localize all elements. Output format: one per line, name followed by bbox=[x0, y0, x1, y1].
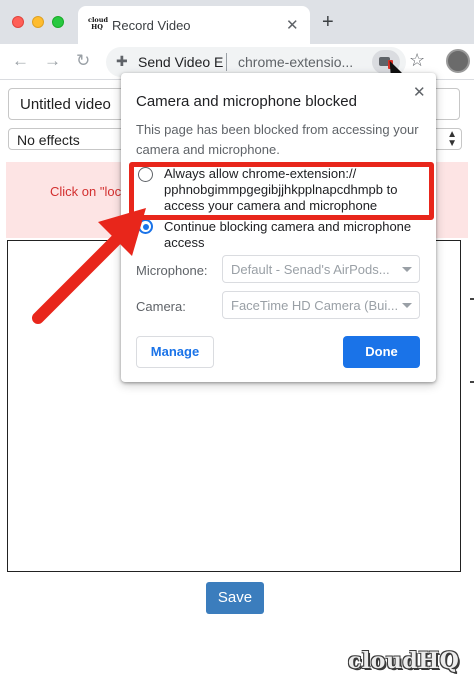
chevron-down-icon bbox=[402, 303, 412, 308]
back-icon[interactable]: ← bbox=[12, 51, 29, 71]
omnibox-page-name: Send Video E bbox=[138, 54, 224, 70]
tab-close-icon[interactable]: ✕ bbox=[286, 16, 299, 34]
cloudhq-favicon-icon: cloud HQ bbox=[88, 16, 109, 31]
bookmark-star-icon[interactable]: ☆ bbox=[409, 50, 425, 71]
forward-icon[interactable]: → bbox=[44, 51, 61, 71]
window-controls bbox=[12, 16, 64, 28]
block-radio[interactable] bbox=[138, 219, 153, 234]
minimize-window-button[interactable] bbox=[32, 16, 44, 28]
microphone-label: Microphone: bbox=[136, 263, 208, 278]
tab-strip: cloud HQ Record Video ✕ + bbox=[0, 0, 474, 44]
block-option-label[interactable]: Continue blocking camera and microphone … bbox=[164, 219, 411, 251]
popup-title: Camera and microphone blocked bbox=[136, 93, 357, 110]
close-window-button[interactable] bbox=[12, 16, 24, 28]
new-tab-icon[interactable]: + bbox=[322, 12, 334, 32]
tab-title: Record Video bbox=[112, 18, 191, 33]
done-button[interactable]: Done bbox=[343, 336, 420, 368]
alert-text: Click on "loc bbox=[50, 184, 122, 199]
camera-dropdown[interactable]: FaceTime HD Camera (Bui... bbox=[222, 291, 420, 319]
highlight-box bbox=[129, 162, 434, 220]
omnibox-url: chrome-extensio... bbox=[238, 54, 354, 70]
camera-permission-popup: Camera and microphone blocked ✕ This pag… bbox=[121, 73, 436, 382]
extension-puzzle-icon: ✚ bbox=[116, 53, 128, 69]
zoom-window-button[interactable] bbox=[52, 16, 64, 28]
manage-button[interactable]: Manage bbox=[136, 336, 214, 368]
select-arrows-icon: ▲ ▼ bbox=[447, 129, 457, 149]
chevron-down-icon bbox=[402, 267, 412, 272]
reload-icon[interactable]: ↻ bbox=[76, 51, 90, 71]
save-button[interactable]: Save bbox=[206, 582, 264, 614]
microphone-dropdown-value: Default - Senad's AirPods... bbox=[231, 262, 390, 277]
tab-record-video[interactable]: cloud HQ Record Video ✕ bbox=[78, 6, 310, 44]
camera-label: Camera: bbox=[136, 299, 186, 314]
profile-avatar[interactable] bbox=[446, 49, 470, 73]
block-option-line: access bbox=[164, 235, 205, 250]
omnibox-divider bbox=[226, 53, 227, 71]
effects-select-value: No effects bbox=[17, 132, 80, 148]
block-option-line: Continue blocking camera and microphone bbox=[164, 219, 412, 234]
scroll-edge-tick bbox=[470, 298, 474, 300]
popup-description: This page has been blocked from accessin… bbox=[136, 122, 419, 157]
microphone-dropdown[interactable]: Default - Senad's AirPods... bbox=[222, 255, 420, 283]
popup-close-icon[interactable]: ✕ bbox=[413, 83, 426, 101]
scroll-edge-tick bbox=[470, 381, 474, 383]
cloudhq-watermark: cloudHQ bbox=[348, 648, 460, 674]
camera-dropdown-value: FaceTime HD Camera (Bui... bbox=[231, 298, 399, 313]
